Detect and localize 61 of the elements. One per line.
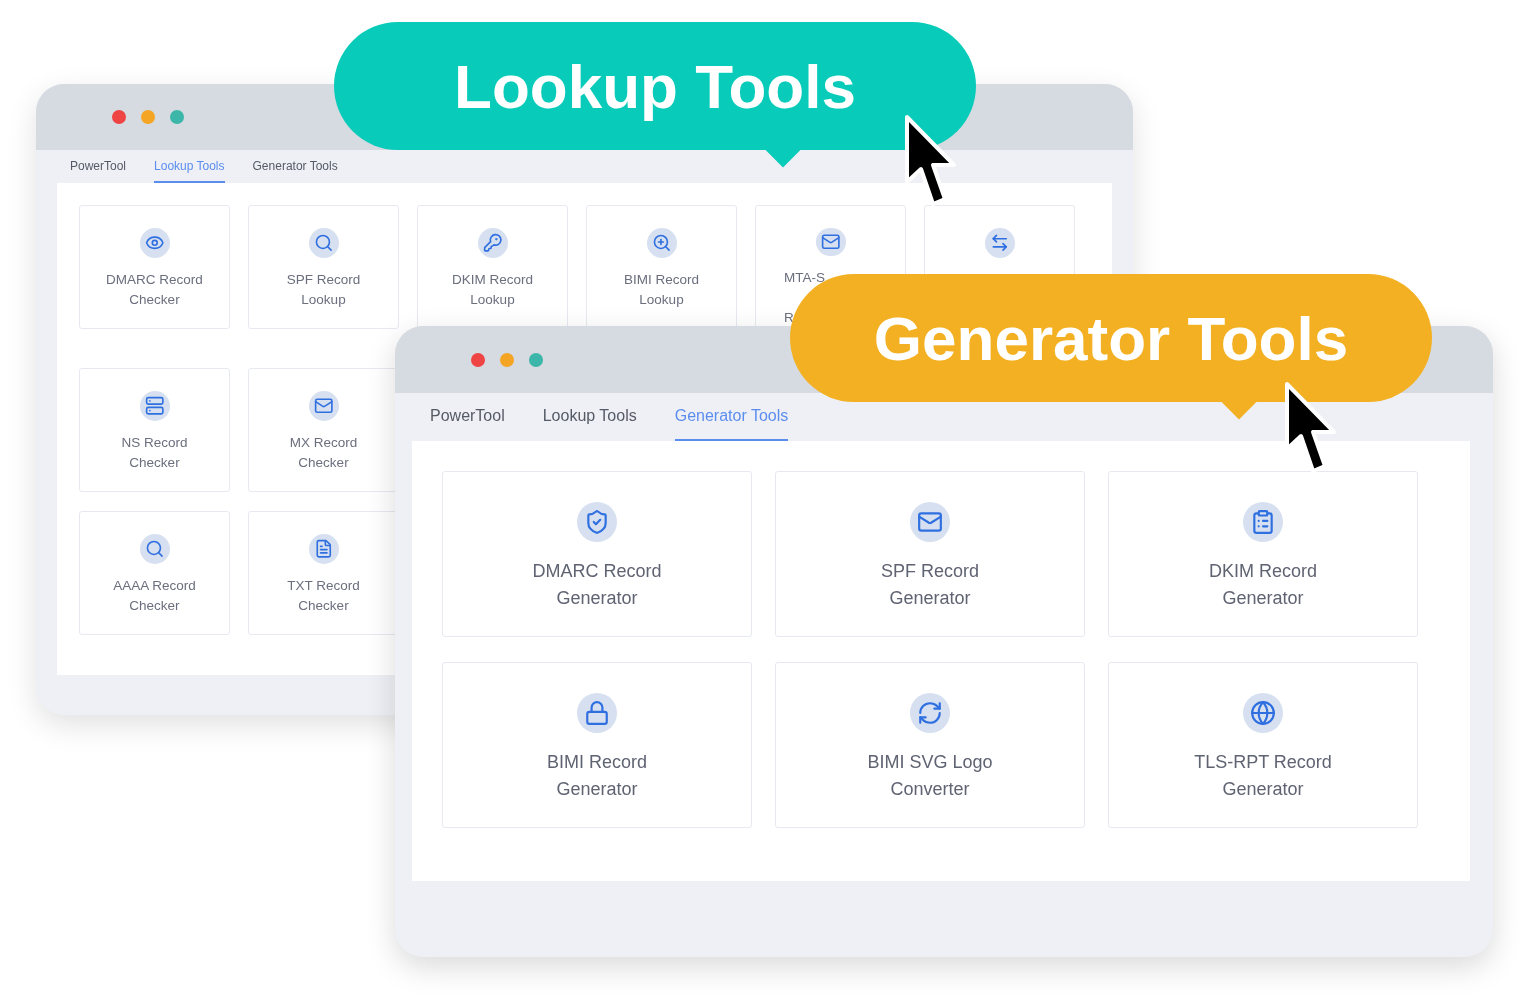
lock-icon [577,693,617,733]
card-label: Checker [298,597,349,615]
card-label: BIMI SVG Logo [867,751,993,774]
card-label: Checker [129,291,180,309]
card-label: Generator [1222,587,1304,610]
card-label: Lookup [639,291,684,309]
card-label: Generator [1222,778,1304,801]
card-label: SPF Record [286,271,361,289]
card-label: NS Record [121,434,188,452]
card-label: BIMI Record [547,751,647,774]
search-icon [308,228,339,258]
envelope-icon [308,391,339,421]
tool-card[interactable]: SPF Record Generator [775,471,1085,637]
tool-card[interactable]: BIMI SVG Logo Converter [775,662,1085,828]
card-label: Lookup [470,291,515,309]
document-icon [308,534,339,564]
card-label: MX Record [289,434,358,452]
tool-card[interactable]: BIMI Record Lookup [586,205,737,329]
card-label: Generator [556,587,638,610]
card-label: R [784,309,794,327]
card-label: DMARC Record [106,271,203,289]
tool-card[interactable]: NS Record Checker [79,368,230,492]
server-icon [139,391,170,421]
card-label: DKIM Record [1209,560,1317,583]
clipboard-icon [1243,502,1283,542]
card-label: Generator [889,587,971,610]
arrows-icon [984,228,1015,258]
shield-icon [577,502,617,542]
card-label: TLS-RPT Record [1194,751,1332,774]
tool-card[interactable]: DKIM Record Lookup [417,205,568,329]
card-label: AAAA Record [113,577,196,595]
search-icon [139,534,170,564]
tool-card[interactable]: DMARC Record Generator [442,471,752,637]
tool-card[interactable]: AAAA Record Checker [79,511,230,635]
card-label: TXT Record [287,577,360,595]
card-label: DKIM Record [452,271,533,289]
tab[interactable]: Lookup Tools [542,393,637,441]
tool-card[interactable]: DMARC Record Checker [79,205,230,329]
tab[interactable]: PowerTool [70,150,127,183]
card-label: BIMI Record [624,271,699,289]
card-label: Checker [129,597,180,615]
card-label: Generator [556,778,638,801]
card-label: DMARC Record [532,560,662,583]
tool-card[interactable]: TLS-RPT Record Generator [1108,662,1418,828]
tool-card[interactable]: DKIM Record Generator [1108,471,1418,637]
envelope-icon [910,502,950,542]
key-icon [477,228,508,258]
eye-icon [139,228,170,258]
tab[interactable]: PowerTool [430,393,505,441]
card-label: Checker [298,454,349,472]
globe-icon [1243,693,1283,733]
card-label: Converter [890,778,970,801]
card-label: SPF Record [880,560,979,583]
envelope-icon [815,228,846,256]
tool-card[interactable]: BIMI Record Generator [442,662,752,828]
card-label: MTA-S [784,269,825,287]
refresh-icon [910,693,950,733]
card-label: Checker [129,454,180,472]
card-label: Lookup [301,291,346,309]
tool-card[interactable]: SPF Record Lookup [248,205,399,329]
zoom-icon [646,228,677,258]
